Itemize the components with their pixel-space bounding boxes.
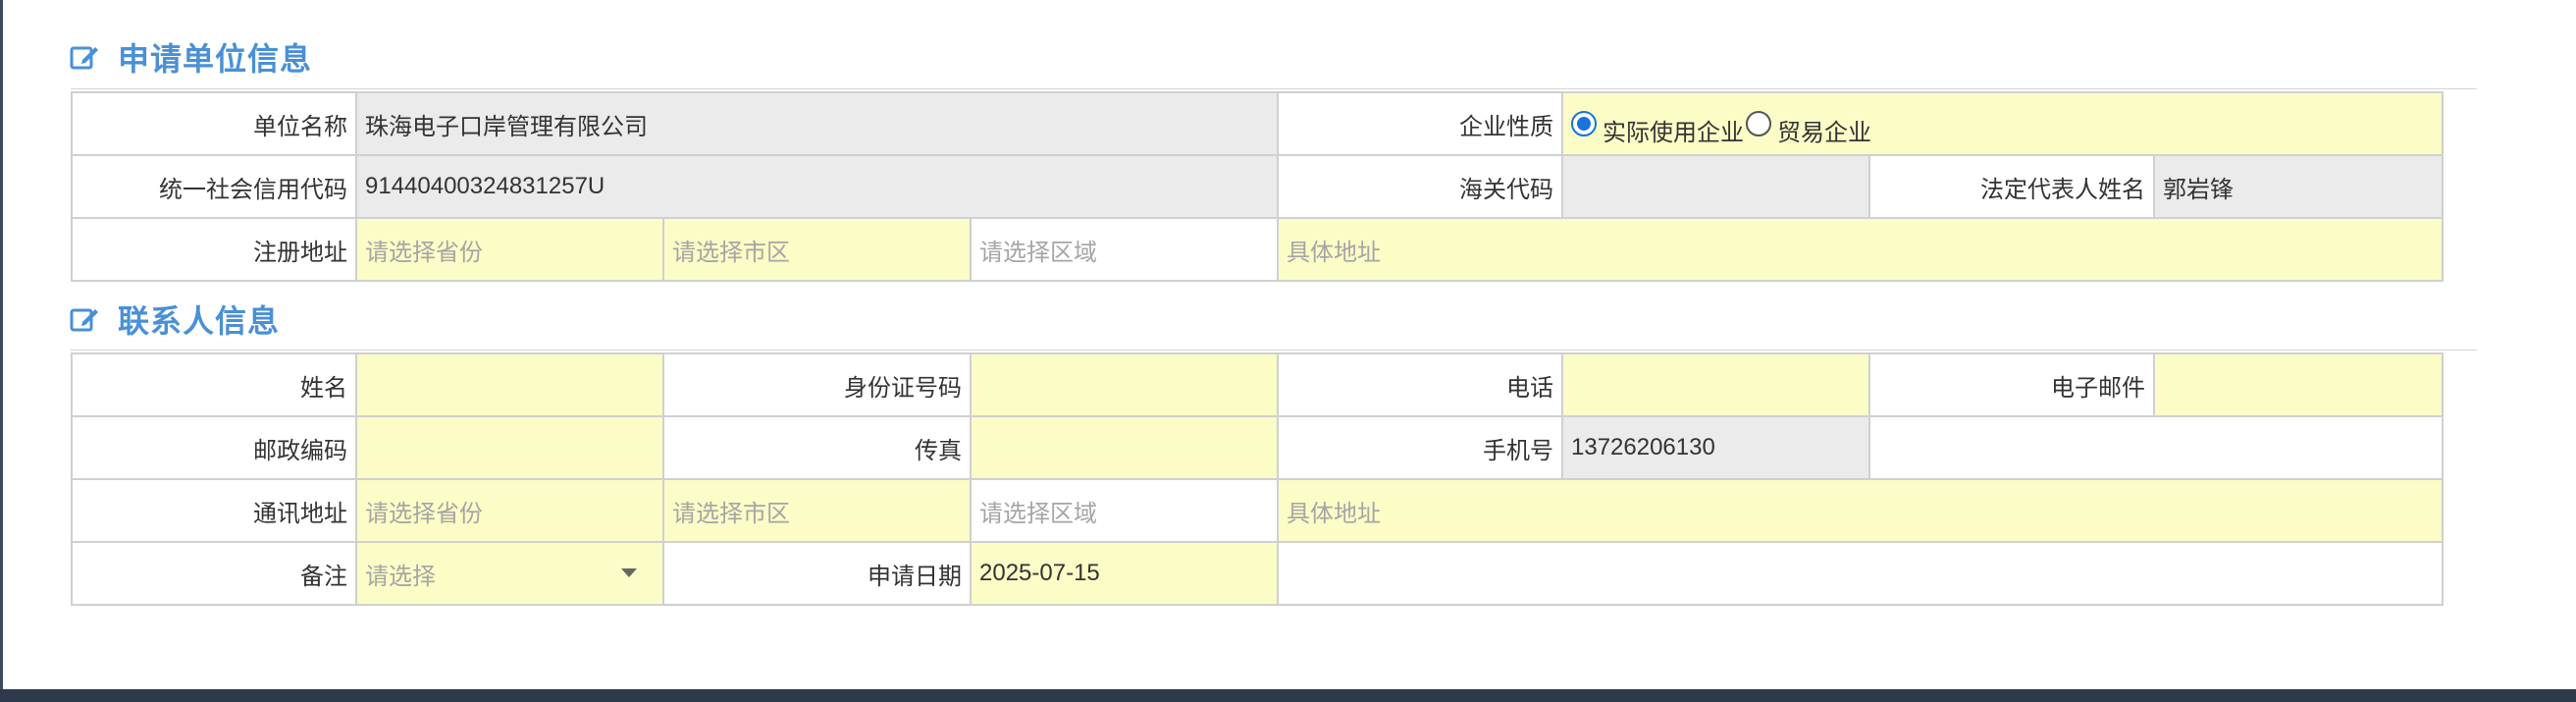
- chevron-down-icon[interactable]: [621, 568, 637, 577]
- reg-city-placeholder: 请选择市区: [672, 239, 790, 266]
- mail-detail-address-input[interactable]: 具体地址: [1277, 478, 2444, 543]
- remark-placeholder: 请选择: [365, 563, 436, 590]
- table-row: 单位名称 珠海电子口岸管理有限公司 企业性质 实际使用企业 贸易企业: [71, 91, 2445, 156]
- mail-detail-placeholder: 具体地址: [1287, 500, 1381, 527]
- window-bottom-border: [0, 689, 2576, 702]
- mail-district-select[interactable]: 请选择区域: [970, 478, 1279, 543]
- unit-name-value: 珠海电子口岸管理有限公司: [365, 113, 648, 140]
- email-input[interactable]: [2153, 352, 2444, 417]
- postcode-label: 邮政编码: [71, 415, 357, 480]
- mobile-label: 手机号: [1277, 415, 1563, 480]
- table-row: 注册地址 请选择省份 请选择市区 请选择区域 具体地址: [71, 217, 2445, 282]
- credit-code-label: 统一社会信用代码: [71, 154, 357, 219]
- reg-detail-address-input[interactable]: 具体地址: [1276, 217, 2445, 282]
- reg-detail-placeholder: 具体地址: [1287, 239, 1381, 266]
- nature-radio-group: 实际使用企业 贸易企业: [1560, 91, 2445, 156]
- customs-code-field[interactable]: [1561, 154, 1870, 219]
- nature-option-trade-label: 贸易企业: [1777, 119, 1871, 146]
- mobile-value: 13726206130: [1571, 434, 1715, 460]
- legal-rep-field[interactable]: 郭岩锋: [2152, 154, 2445, 219]
- id-number-label: 身份证号码: [662, 352, 972, 417]
- name-label: 姓名: [71, 352, 357, 417]
- mail-district-placeholder: 请选择区域: [979, 500, 1097, 527]
- legal-rep-label: 法定代表人姓名: [1868, 154, 2155, 219]
- mail-city-placeholder: 请选择市区: [672, 500, 790, 527]
- name-input[interactable]: [355, 352, 664, 417]
- contact-form-table: 姓名 身份证号码 电话 电子邮件 邮政编码 传真 手机号 13726206130…: [71, 352, 2444, 606]
- reg-province-select[interactable]: 请选择省份: [355, 217, 664, 282]
- nature-label: 企业性质: [1277, 91, 1563, 156]
- mail-city-select[interactable]: 请选择市区: [662, 478, 972, 543]
- empty-cell: [1868, 415, 2444, 480]
- applicant-form-table: 单位名称 珠海电子口岸管理有限公司 企业性质 实际使用企业 贸易企业 统一社会信…: [71, 91, 2445, 282]
- section-divider: [71, 350, 2477, 351]
- reg-district-placeholder: 请选择区域: [979, 239, 1097, 266]
- nature-radio-trade[interactable]: [1746, 111, 1771, 136]
- fax-label: 传真: [662, 415, 972, 480]
- section-divider: [71, 88, 2477, 89]
- fax-input[interactable]: [970, 415, 1279, 480]
- postcode-input[interactable]: [355, 415, 664, 480]
- reg-province-placeholder: 请选择省份: [365, 239, 483, 266]
- credit-code-value: 91440400324831257U: [365, 173, 605, 199]
- table-row: 通讯地址 请选择省份 请选择市区 请选择区域 具体地址: [71, 478, 2444, 543]
- apply-date-value: 2025-07-15: [979, 560, 1100, 586]
- phone-label: 电话: [1277, 352, 1563, 417]
- legal-rep-value: 郭岩锋: [2163, 176, 2234, 203]
- table-row: 姓名 身份证号码 电话 电子邮件: [71, 352, 2444, 417]
- table-row: 邮政编码 传真 手机号 13726206130: [71, 415, 2444, 480]
- section-title-contact: 联系人信息: [69, 297, 280, 341]
- section-title-text: 联系人信息: [118, 303, 281, 339]
- customs-code-label: 海关代码: [1277, 154, 1563, 219]
- empty-cell: [1277, 541, 2444, 606]
- phone-input[interactable]: [1561, 352, 1870, 417]
- remark-select[interactable]: 请选择: [355, 541, 664, 606]
- table-row: 备注 请选择 申请日期 2025-07-15: [71, 541, 2444, 606]
- nature-option-actual-label: 实际使用企业: [1603, 119, 1744, 146]
- nature-radio-actual[interactable]: [1571, 111, 1597, 136]
- section-title-text: 申请单位信息: [118, 41, 313, 77]
- mobile-field[interactable]: 13726206130: [1561, 415, 1870, 480]
- edit-icon: [69, 41, 100, 73]
- reg-city-select[interactable]: 请选择市区: [662, 217, 972, 282]
- apply-date-label: 申请日期: [662, 541, 972, 606]
- window-left-border: [0, 0, 3, 702]
- apply-date-input[interactable]: 2025-07-15: [970, 541, 1279, 606]
- section-title-applicant: 申请单位信息: [69, 35, 312, 79]
- mail-province-select[interactable]: 请选择省份: [355, 478, 664, 543]
- mail-province-placeholder: 请选择省份: [365, 500, 483, 527]
- mail-address-label: 通讯地址: [71, 478, 357, 543]
- edit-icon: [69, 303, 100, 335]
- unit-name-field[interactable]: 珠海电子口岸管理有限公司: [355, 91, 1279, 156]
- table-row: 统一社会信用代码 91440400324831257U 海关代码 法定代表人姓名…: [71, 154, 2445, 219]
- unit-name-label: 单位名称: [71, 91, 357, 156]
- remark-label: 备注: [71, 541, 357, 606]
- credit-code-field[interactable]: 91440400324831257U: [355, 154, 1279, 219]
- email-label: 电子邮件: [1868, 352, 2155, 417]
- reg-address-label: 注册地址: [71, 217, 357, 282]
- reg-district-select[interactable]: 请选择区域: [970, 217, 1279, 282]
- id-number-input[interactable]: [970, 352, 1279, 417]
